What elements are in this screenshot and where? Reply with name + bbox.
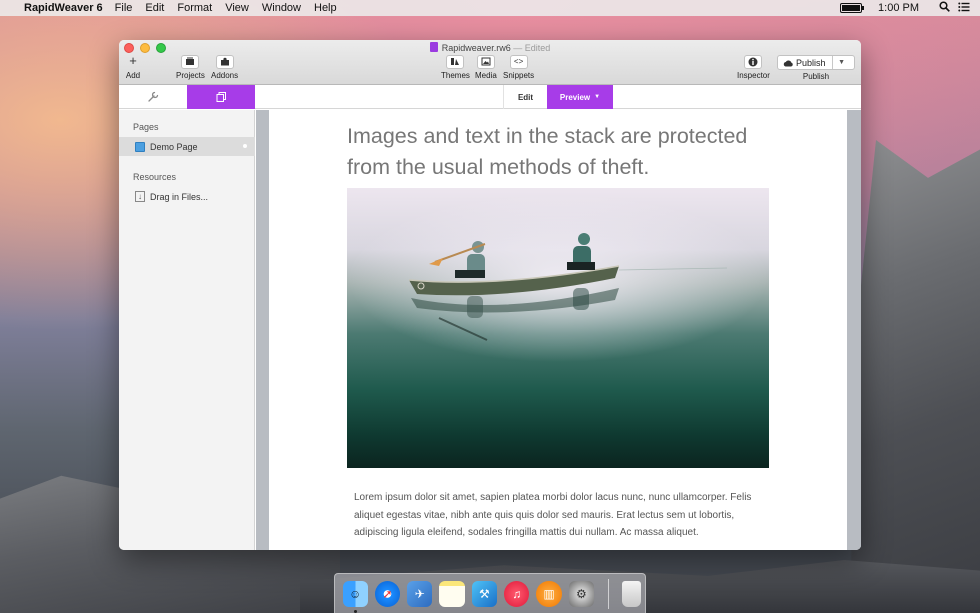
resources-section-title: Resources — [133, 172, 177, 182]
themes-button[interactable]: Themes — [441, 55, 470, 80]
mode-tabs-row: Edit Preview ▼ — [119, 85, 861, 109]
document-icon — [429, 42, 438, 52]
publish-button-label: Publish — [796, 57, 826, 68]
page-status-dot — [243, 144, 247, 148]
desktop-mountain-right — [850, 140, 980, 613]
dock-mail[interactable]: ✈ — [407, 580, 433, 607]
canoe-photo — [347, 188, 769, 468]
trash-icon — [622, 581, 641, 607]
sidebar: Pages Demo Page Resources ↓ Drag in File… — [119, 110, 255, 550]
window-toolbar: Rapidweaver.rw6 — Edited + Add Projects … — [119, 40, 861, 85]
projects-button[interactable]: Projects — [176, 55, 205, 80]
snippets-button[interactable]: <> Snippets — [503, 55, 534, 80]
puzzle-icon — [215, 55, 234, 69]
pages-section-title: Pages — [133, 122, 159, 132]
app-menu[interactable]: RapidWeaver 6 — [24, 2, 103, 14]
document-name[interactable]: Rapidweaver.rw6 — [442, 43, 511, 53]
menu-edit[interactable]: Edit — [145, 2, 164, 14]
dock-trash[interactable] — [621, 580, 642, 607]
preview-area[interactable]: Images and text in the stack are protect… — [256, 110, 861, 550]
preview-scrollbar[interactable] — [847, 110, 861, 550]
notes-icon — [439, 581, 464, 607]
finder-icon: ☺ — [349, 586, 362, 601]
media-button[interactable]: Media — [475, 55, 497, 80]
addons-button[interactable]: Addons — [211, 55, 238, 80]
rapidweaver-window: Rapidweaver.rw6 — Edited + Add Projects … — [119, 40, 861, 550]
notification-center-icon[interactable] — [958, 2, 970, 15]
compass-icon: ➚ — [382, 586, 393, 601]
menu-bar: RapidWeaver 6 File Edit Format View Wind… — [0, 0, 980, 16]
preview-page: Images and text in the stack are protect… — [269, 110, 847, 550]
menu-format[interactable]: Format — [177, 2, 212, 14]
dock-xcode[interactable]: ⚒ — [471, 580, 498, 607]
add-label: Add — [125, 71, 141, 80]
menubar-clock[interactable]: 1:00 PM — [878, 2, 919, 14]
menu-view[interactable]: View — [225, 2, 249, 14]
dock-separator — [607, 578, 609, 609]
tab-preview[interactable]: Preview ▼ — [547, 85, 613, 109]
preview-label: Preview — [559, 92, 591, 102]
hammer-icon: ⚒ — [479, 586, 490, 601]
themes-icon — [446, 55, 465, 69]
canoe-illustration — [408, 233, 728, 341]
dock-itunes[interactable]: ♫ — [504, 580, 530, 607]
music-note-icon: ♫ — [512, 586, 522, 601]
wrench-icon — [148, 91, 159, 102]
inspector-label: Inspector — [737, 71, 770, 80]
resources-item-label: Drag in Files... — [150, 191, 209, 202]
menu-window[interactable]: Window — [262, 2, 301, 14]
publish-main[interactable]: Publish — [778, 56, 833, 69]
page-icon — [135, 141, 145, 152]
cloud-upload-icon — [783, 59, 793, 66]
themes-label: Themes — [441, 71, 470, 80]
projects-label: Projects — [176, 71, 205, 80]
gear-icon: ⚙ — [575, 586, 587, 601]
plus-icon: + — [129, 53, 137, 68]
sidebar-item-demo-page[interactable]: Demo Page — [119, 137, 255, 156]
menu-help[interactable]: Help — [314, 2, 337, 14]
pages-icon — [216, 92, 226, 102]
edited-status: — Edited — [513, 43, 551, 53]
running-indicator — [353, 609, 357, 613]
stamp-icon: ✈ — [414, 586, 425, 601]
publish-button[interactable]: Publish ▼ — [777, 55, 855, 70]
menu-file[interactable]: File — [115, 2, 133, 14]
tab-pages[interactable] — [187, 85, 255, 109]
page-heading: Images and text in the stack are protect… — [347, 124, 748, 179]
dock-ibooks[interactable]: ▥ — [536, 580, 562, 607]
dock-finder[interactable]: ☺ — [342, 580, 368, 613]
dock-safari[interactable]: ➚ — [374, 580, 401, 607]
inspector-button[interactable]: Inspector — [737, 55, 770, 80]
snippets-label: Snippets — [503, 71, 535, 80]
publish-label: Publish — [802, 72, 830, 81]
page-body-text: Lorem ipsum dolor sit amet, sapien plate… — [354, 492, 752, 538]
addons-label: Addons — [211, 71, 239, 80]
media-icon — [476, 55, 495, 69]
battery-icon[interactable] — [840, 3, 865, 13]
tab-setup[interactable] — [119, 85, 187, 109]
projects-icon — [181, 55, 200, 69]
dock-system-preferences[interactable]: ⚙ — [568, 580, 594, 607]
dock-notes[interactable] — [439, 580, 465, 607]
spotlight-search-icon[interactable] — [939, 1, 950, 15]
window-title: Rapidweaver.rw6 — Edited — [119, 42, 861, 53]
sidebar-item-label: Demo Page — [150, 141, 198, 152]
book-icon: ▥ — [543, 586, 555, 601]
dock: ☺ ➚ ✈ ⚒ ♫ ▥ ⚙ — [334, 573, 646, 613]
publish-group: Publish ▼ Publish — [777, 55, 855, 81]
add-button[interactable]: + Add — [124, 53, 142, 80]
publish-options-dropdown[interactable]: ▼ — [833, 59, 851, 66]
code-brackets-icon: <> — [509, 55, 528, 69]
media-label: Media — [475, 71, 497, 80]
download-icon: ↓ — [135, 191, 145, 202]
tab-edit[interactable]: Edit — [503, 85, 547, 109]
resources-drop-target[interactable]: ↓ Drag in Files... — [135, 191, 208, 202]
chevron-down-icon: ▼ — [594, 94, 601, 100]
info-icon — [744, 55, 763, 69]
